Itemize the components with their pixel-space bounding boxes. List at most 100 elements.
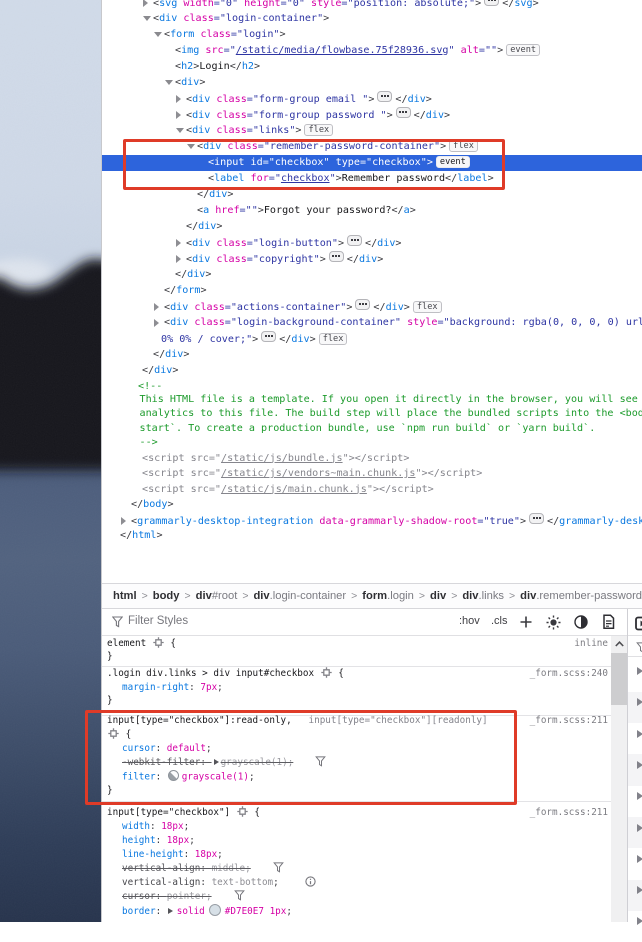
rule-source-link[interactable]: _form.scss:211 bbox=[530, 714, 608, 728]
node-form-group-password[interactable]: <div class="form-group password "></div> bbox=[102, 107, 642, 123]
breadcrumb-item[interactable]: div#root bbox=[196, 590, 238, 602]
node-div[interactable]: <div> bbox=[102, 75, 642, 91]
selector-highlighter-icon[interactable] bbox=[237, 806, 248, 817]
inline-expander-icon[interactable] bbox=[484, 0, 499, 6]
computed-row[interactable] bbox=[628, 848, 642, 879]
node-a-forgot[interactable]: <a href="">Forgot your password?</a> bbox=[102, 203, 642, 219]
collapse-arrow-icon[interactable] bbox=[143, 16, 151, 21]
node-form-login[interactable]: <form class="login"> bbox=[102, 27, 642, 43]
flex-badge[interactable]: flex bbox=[413, 301, 442, 313]
inline-expander-icon[interactable] bbox=[355, 299, 370, 310]
overridden-filter-icon[interactable] bbox=[273, 862, 284, 873]
inline-expander-icon[interactable] bbox=[261, 331, 276, 342]
overridden-filter-icon[interactable] bbox=[234, 890, 245, 901]
computed-row[interactable] bbox=[628, 911, 642, 942]
css-declaration[interactable]: vertical-align: text-bottom; bbox=[102, 876, 611, 890]
node-close-div[interactable]: </div> bbox=[102, 267, 642, 283]
node-script-bundle[interactable]: <script src="/static/js/bundle.js"></scr… bbox=[102, 451, 642, 467]
css-declaration[interactable]: height: 18px; bbox=[102, 834, 611, 848]
scroll-up-arrow[interactable] bbox=[615, 641, 624, 647]
expand-arrow-icon[interactable] bbox=[121, 517, 126, 525]
expand-arrow-icon[interactable] bbox=[637, 792, 642, 800]
expand-arrow-icon[interactable] bbox=[176, 95, 181, 103]
rules-scrollbar[interactable] bbox=[611, 636, 627, 922]
dark-mode-icon[interactable] bbox=[574, 615, 588, 629]
color-swatch-icon[interactable] bbox=[209, 904, 221, 916]
expand-arrow-icon[interactable] bbox=[637, 730, 642, 738]
inactive-css-info-icon[interactable] bbox=[305, 876, 316, 887]
expand-arrow-icon[interactable] bbox=[143, 0, 148, 7]
node-login-button[interactable]: <div class="login-button"></div> bbox=[102, 235, 642, 251]
breadcrumb-item[interactable]: html bbox=[113, 590, 137, 602]
expand-arrow-icon[interactable] bbox=[637, 886, 642, 894]
flex-badge[interactable]: flex bbox=[319, 333, 348, 345]
node-close-div[interactable]: </div> bbox=[102, 219, 642, 235]
computed-row[interactable] bbox=[628, 880, 642, 911]
breadcrumb-item[interactable]: div.remember-password-container bbox=[520, 590, 642, 602]
css-declaration[interactable]: cursor: pointer; bbox=[102, 890, 611, 904]
inline-expander-icon[interactable] bbox=[396, 107, 411, 118]
expand-arrow-icon[interactable] bbox=[637, 917, 642, 925]
expand-sidebar-icon[interactable] bbox=[635, 616, 642, 631]
node-close-form[interactable]: </form> bbox=[102, 283, 642, 299]
collapse-arrow-icon[interactable] bbox=[154, 32, 162, 37]
node-comment-end[interactable]: --> bbox=[102, 435, 642, 451]
rule-source-link[interactable]: _form.scss:211 bbox=[530, 806, 608, 820]
expand-arrow-icon[interactable] bbox=[637, 698, 642, 706]
shorthand-expander-icon[interactable] bbox=[168, 908, 173, 914]
pseudo-class-button[interactable]: :hov bbox=[459, 615, 480, 627]
breadcrumb-item[interactable]: div.login-container bbox=[253, 590, 346, 602]
expand-arrow-icon[interactable] bbox=[637, 667, 642, 675]
event-badge[interactable]: event bbox=[506, 44, 540, 56]
breadcrumb-item[interactable]: div.links bbox=[462, 590, 504, 602]
node-close-body[interactable]: </body> bbox=[102, 497, 642, 513]
node-script-main[interactable]: <script src="/static/js/main.chunk.js"><… bbox=[102, 482, 642, 498]
node-close-div[interactable]: </div> bbox=[102, 363, 642, 379]
expand-arrow-icon[interactable] bbox=[176, 255, 181, 263]
node-svg[interactable]: <svg width="0" height="0" style="positio… bbox=[102, 0, 642, 11]
css-declaration[interactable]: vertical-align: middle; bbox=[102, 862, 611, 876]
expand-arrow-icon[interactable] bbox=[176, 239, 181, 247]
print-media-icon[interactable] bbox=[602, 614, 615, 630]
expand-arrow-icon[interactable] bbox=[154, 303, 159, 311]
node-copyright[interactable]: <div class="copyright"></div> bbox=[102, 251, 642, 267]
expand-arrow-icon[interactable] bbox=[637, 855, 642, 863]
node-actions-container[interactable]: <div class="actions-container"></div>fle… bbox=[102, 299, 642, 315]
rule-selector-line[interactable]: input[type="checkbox"] {_form.scss:211 bbox=[102, 806, 611, 820]
light-mode-icon[interactable] bbox=[546, 615, 561, 630]
breadcrumb-item[interactable]: div bbox=[430, 590, 446, 602]
computed-row[interactable] bbox=[628, 817, 642, 848]
node-login-container[interactable]: <div class="login-container"> bbox=[102, 11, 642, 27]
node-grammarly[interactable]: <grammarly-desktop-integration data-gram… bbox=[102, 513, 642, 529]
add-rule-button[interactable] bbox=[519, 615, 533, 629]
expand-arrow-icon[interactable] bbox=[637, 761, 642, 769]
node-close-html[interactable]: </html> bbox=[102, 528, 642, 544]
computed-row[interactable] bbox=[628, 754, 642, 785]
collapse-arrow-icon[interactable] bbox=[165, 80, 173, 85]
rule-source-link[interactable]: _form.scss:240 bbox=[530, 667, 608, 681]
css-declaration[interactable]: border: solid#D7E0E7 1px; bbox=[102, 904, 611, 918]
collapse-arrow-icon[interactable] bbox=[176, 128, 184, 133]
css-declaration[interactable]: line-height: 18px; bbox=[102, 848, 611, 862]
breadcrumb-item[interactable]: form.login bbox=[362, 590, 414, 602]
computed-row[interactable] bbox=[628, 692, 642, 723]
inline-expander-icon[interactable] bbox=[347, 235, 362, 246]
filter-styles-input[interactable]: Filter Styles bbox=[128, 615, 188, 627]
node-login-background-container-wrap[interactable]: 0% 0% / cover;"></div>flex bbox=[102, 331, 642, 347]
computed-row[interactable] bbox=[628, 723, 642, 754]
computed-row[interactable] bbox=[628, 661, 642, 692]
expand-arrow-icon[interactable] bbox=[637, 824, 642, 832]
node-div-links[interactable]: <div class="links">flex bbox=[102, 123, 642, 139]
rule-source-link[interactable]: inline bbox=[574, 637, 608, 651]
expand-arrow-icon[interactable] bbox=[154, 319, 159, 327]
breadcrumb-item[interactable]: body bbox=[153, 590, 180, 602]
computed-row[interactable] bbox=[628, 786, 642, 817]
expand-arrow-icon[interactable] bbox=[176, 111, 181, 119]
node-form-group-email[interactable]: <div class="form-group email "></div> bbox=[102, 91, 642, 107]
inline-expander-icon[interactable] bbox=[529, 513, 544, 524]
node-h2-login[interactable]: <h2>Login</h2> bbox=[102, 59, 642, 75]
css-declaration[interactable]: margin-right: 7px; bbox=[102, 681, 611, 695]
selector-highlighter-icon[interactable] bbox=[321, 667, 332, 678]
inline-expander-icon[interactable] bbox=[377, 91, 392, 102]
rule-selector-line[interactable]: element {inline bbox=[102, 637, 611, 651]
